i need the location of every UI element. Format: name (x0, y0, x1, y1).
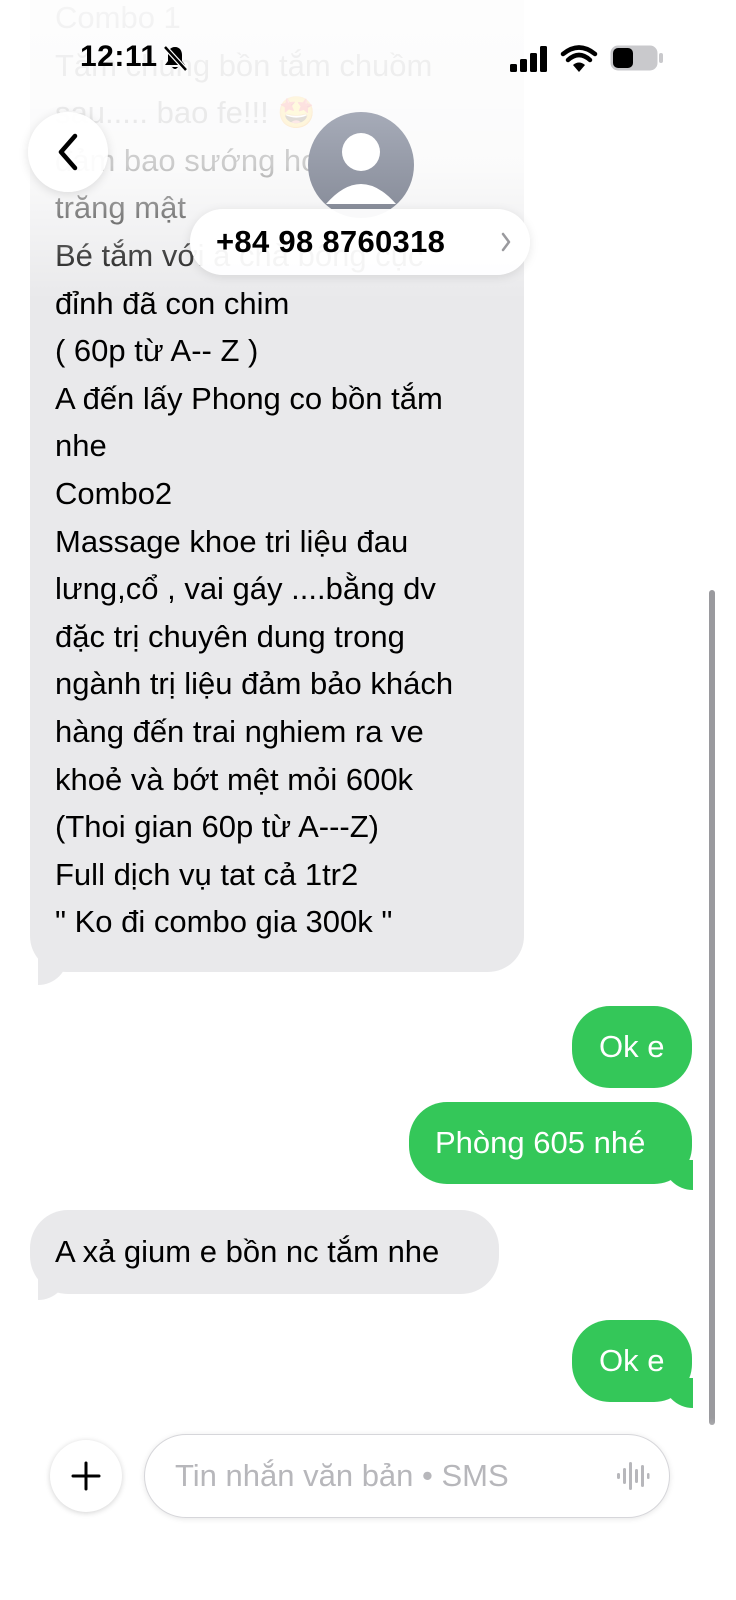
received-message-bubble[interactable]: A xả gium e bồn nc tắm nhe (30, 1210, 499, 1294)
plus-icon (71, 1461, 101, 1491)
chevron-right-icon (501, 232, 511, 252)
bubble-tail (38, 955, 68, 985)
message-line: sau..... bao fe!!! 🤩 (55, 95, 316, 131)
wifi-icon (560, 45, 598, 72)
bell-slash-icon (163, 45, 188, 72)
contact-name-button[interactable]: +84 98 8760318 (190, 209, 530, 275)
status-time: 12:11 (80, 40, 158, 73)
message-line: (Thoi gian 60p từ A---Z) (55, 809, 379, 845)
contact-name: +84 98 8760318 (216, 224, 446, 259)
contact-avatar-icon (326, 133, 396, 204)
battery-icon (610, 45, 663, 71)
waveform-icon[interactable] (616, 1460, 650, 1492)
message-line: ngành trị liệu đảm bảo khách (55, 666, 454, 702)
message-line: A đến lấy Phong co bồn tắm (55, 380, 443, 416)
attachment-plus-button[interactable] (50, 1440, 122, 1512)
message-line: ( 60p từ A-- Z ) (55, 333, 259, 369)
message-line: Massage khoe tri liệu đau (55, 523, 409, 559)
message-text: Phòng 605 nhé (435, 1125, 646, 1160)
message-line: hàng đến trai nghiem ra ve (55, 713, 424, 749)
message-text: A xả gium e bồn nc tắm nhe (55, 1234, 440, 1269)
contact-avatar[interactable] (308, 112, 414, 218)
back-chevron-icon (58, 133, 78, 171)
message-line: khoẻ và bớt mệt mỏi 600k (55, 761, 414, 797)
message-text: Ok e (599, 1029, 665, 1064)
sent-message-bubble[interactable]: Ok e (572, 1006, 692, 1088)
message-line: " Ko đi combo gia 300k " (55, 904, 393, 940)
message-line: Full dịch vụ tat cả 1tr2 (55, 856, 359, 892)
message-line: đỉnh đã con chim (55, 285, 290, 321)
message-line: đặc trị chuyên dung trong (55, 618, 405, 654)
back-button[interactable] (28, 112, 108, 192)
message-input[interactable] (144, 1434, 670, 1518)
message-line: lưng,cổ , vai gáy ....bằng dv (55, 571, 436, 607)
bubble-tail (663, 1160, 693, 1190)
bubble-tail (38, 1270, 68, 1300)
message-line: Combo2 (55, 475, 173, 511)
scrollbar[interactable] (709, 590, 715, 1425)
sent-message-bubble[interactable]: Phòng 605 nhé (409, 1102, 692, 1184)
messages-screen: Combo 1 Tắm chung bồn tắm chuồm sau.....… (0, 0, 736, 1600)
message-text: Ok e (599, 1343, 665, 1378)
message-line: đảm bao sướng hơn tuần (55, 142, 408, 178)
message-line: nhe (55, 428, 107, 464)
cellular-signal-icon (510, 46, 547, 72)
message-line: Combo 1 (55, 0, 181, 35)
bubble-tail (663, 1378, 693, 1408)
